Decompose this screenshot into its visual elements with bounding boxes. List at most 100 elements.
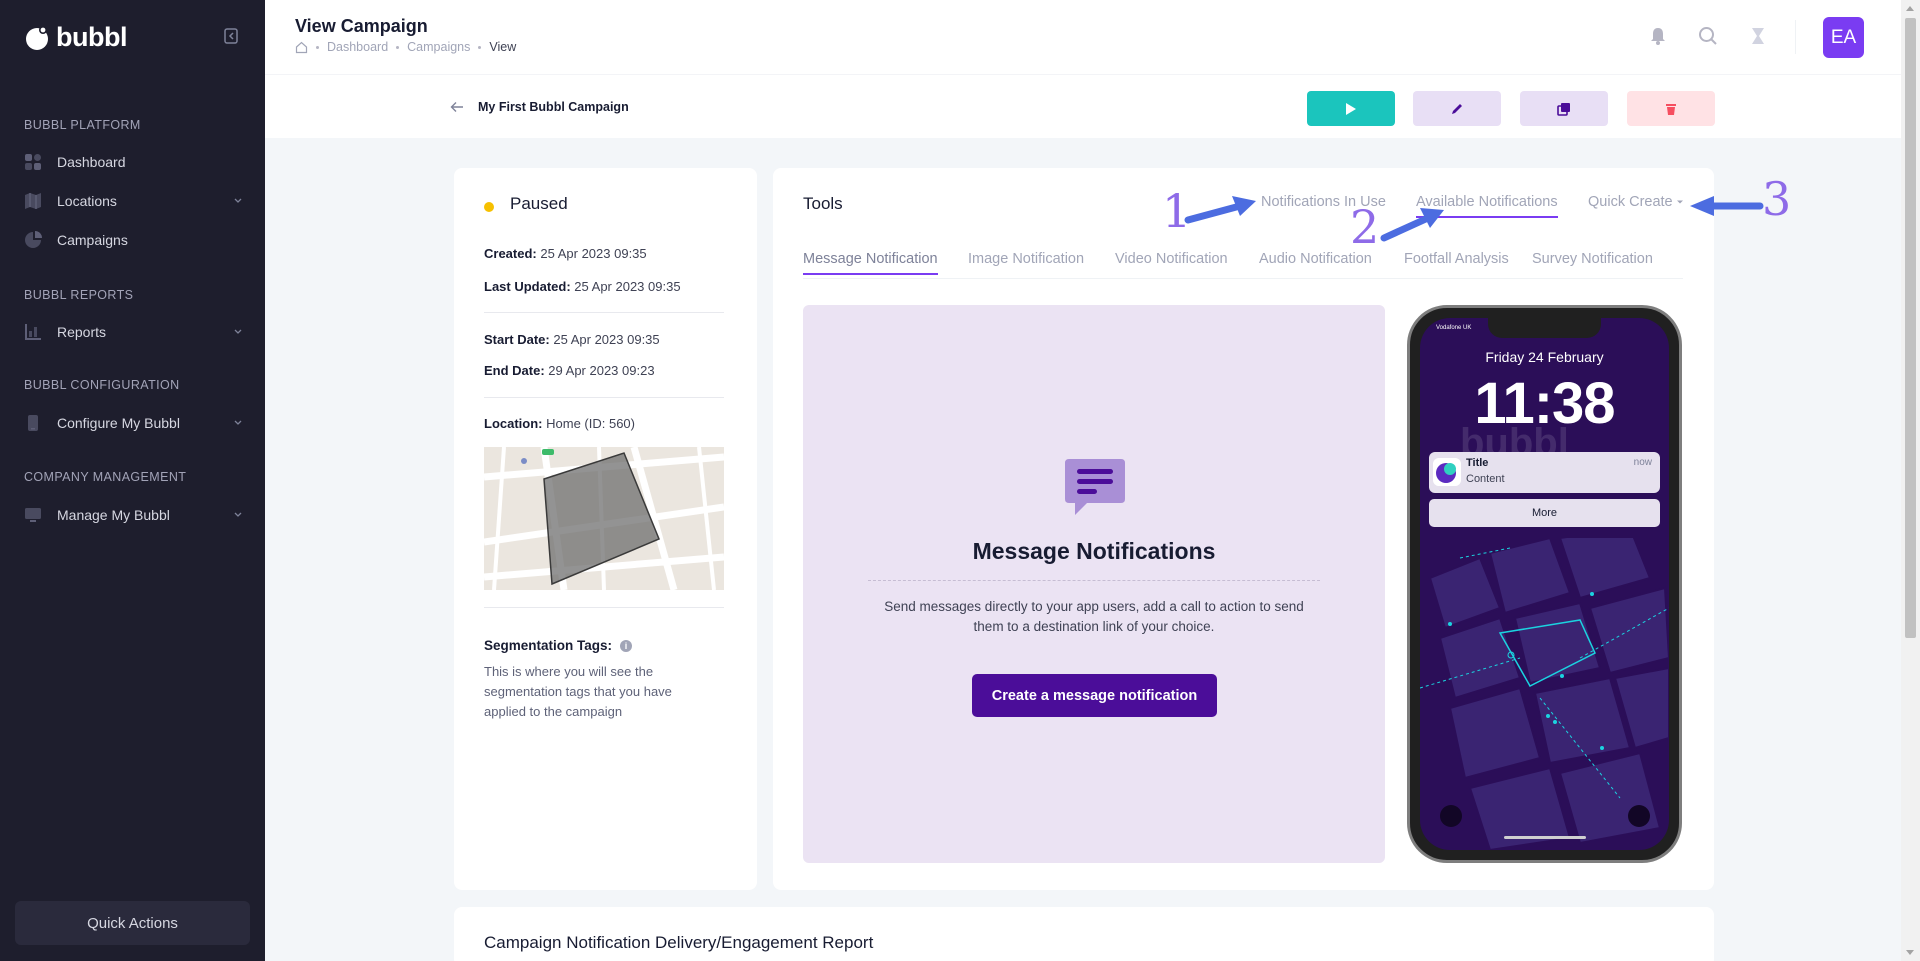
chevron-down-icon [234,512,242,517]
sidebar-item-label: Dashboard [57,154,126,170]
segmentation-tags-label: Segmentation Tags: [484,638,613,653]
chevron-down-icon [234,420,242,425]
sidebar-item-label: Campaigns [57,232,128,248]
home-icon[interactable] [295,41,308,54]
tab-video-notification[interactable]: Video Notification [1115,251,1228,267]
divider [484,312,724,313]
quick-create-dropdown[interactable]: Quick Create [1588,194,1684,210]
notification-time: now [1633,457,1652,468]
scroll-down-arrow[interactable] [1906,950,1914,955]
sidebar-item-label: Reports [57,324,107,340]
home-indicator [1504,836,1586,839]
search-icon[interactable] [1697,25,1719,47]
quick-actions-button[interactable]: Quick Actions [15,901,250,945]
tools-title: Tools [803,194,843,213]
delete-button[interactable] [1627,91,1715,126]
updated-label: Last Updated: [484,279,571,294]
status-dot [484,202,494,212]
copy-icon [1557,102,1570,116]
bubbl-logo-icon [26,25,48,50]
annotation-number-2: 2 [1350,200,1380,254]
breadcrumb-separator [396,45,400,49]
phone-icon [28,415,38,431]
scroll-thumb[interactable] [1905,18,1916,638]
segmentation-tags-title: Segmentation Tags: i [484,638,633,653]
sidebar-item-locations[interactable]: Locations [24,187,244,215]
breadcrumb-dashboard[interactable]: Dashboard [327,40,388,54]
header: View Campaign Dashboard Campaigns View E… [265,0,1901,74]
updated-value: 25 Apr 2023 09:35 [574,279,681,294]
tab-footfall-analysis[interactable]: Footfall Analysis [1404,251,1509,267]
page-scrollbar[interactable] [1901,0,1920,961]
caret-down-icon [1676,200,1683,204]
header-divider [1795,20,1796,54]
breadcrumb-separator [316,45,319,49]
layers-icon[interactable] [1747,25,1769,47]
back-arrow-icon[interactable] [450,101,464,113]
notification-title: Title [1466,457,1489,469]
phone-notification: Title Content now [1429,452,1660,493]
location-row: Location: Home (ID: 560) [484,416,635,431]
panel-title: Message Notifications [972,538,1216,564]
divider [484,607,724,608]
tab-survey-notification[interactable]: Survey Notification [1532,251,1653,267]
tab-available-notifications[interactable]: Available Notifications [1416,194,1558,218]
tools-card: Tools Notifications In Use Available Not… [773,168,1714,890]
location-link[interactable]: Home (ID: 560) [546,416,635,431]
created-row: Created: 25 Apr 2023 09:35 [484,246,647,261]
breadcrumb-campaigns[interactable]: Campaigns [407,40,470,54]
created-value: 25 Apr 2023 09:35 [540,246,647,261]
scroll-up-arrow[interactable] [1906,6,1914,11]
phone-map-background [1420,538,1669,850]
pencil-icon [1452,103,1462,114]
report-card: Campaign Notification Delivery/Engagemen… [454,907,1714,961]
edit-button[interactable] [1413,91,1501,126]
sidebar-item-campaigns[interactable]: Campaigns [24,226,244,254]
sidebar-item-label: Configure My Bubbl [57,415,180,431]
end-value: 29 Apr 2023 09:23 [548,363,655,378]
sidebar-item-dashboard[interactable]: Dashboard [24,148,244,176]
location-label: Location: [484,416,543,431]
logo[interactable]: bubbl [24,22,127,53]
start-value: 25 Apr 2023 09:35 [553,332,660,347]
location-map[interactable] [484,447,724,590]
trash-icon [1666,103,1676,115]
breadcrumb: Dashboard Campaigns View [295,40,516,54]
tab-message-notification[interactable]: Message Notification [803,251,938,275]
pie-icon [25,231,42,248]
phone-notch [1488,318,1601,338]
annotation-number-1: 1 [1162,184,1192,238]
breadcrumb-view: View [489,40,517,54]
sidebar-item-reports[interactable]: Reports [24,318,244,346]
collapse-sidebar-icon[interactable] [222,27,240,45]
phone-carrier: Vodafone UK [1436,325,1472,331]
start-date-row: Start Date: 25 Apr 2023 09:35 [484,332,660,347]
user-avatar[interactable]: EA [1823,17,1864,58]
notification-type-tabs: Message Notification Image Notification … [803,251,1683,279]
campaign-details-card: Paused Created: 25 Apr 2023 09:35 Last U… [454,168,757,890]
sidebar-item-label: Locations [57,193,117,209]
flashlight-icon [1440,805,1462,827]
dashboard-icon [25,154,41,170]
duplicate-button[interactable] [1520,91,1608,126]
play-button[interactable] [1307,91,1395,126]
segmentation-tags-description: This is where you will see the segmentat… [484,664,672,719]
create-message-notification-button[interactable]: Create a message notification [972,674,1217,717]
end-label: End Date: [484,363,545,378]
start-label: Start Date: [484,332,550,347]
sidebar-item-label: Manage My Bubbl [57,507,170,523]
map-icon [25,193,41,209]
sidebar-item-configure-my-bubbl[interactable]: Configure My Bubbl [24,409,244,437]
camera-icon [1628,805,1650,827]
section-bubbl-reports: BUBBL REPORTS [24,288,134,302]
notification-content: Content [1466,473,1505,485]
breadcrumb-separator [478,45,482,49]
tab-image-notification[interactable]: Image Notification [968,251,1084,267]
chevron-down-icon [234,329,242,334]
phone-date: Friday 24 February [1485,349,1604,365]
bell-icon[interactable] [1647,25,1669,47]
sidebar-item-manage-my-bubbl[interactable]: Manage My Bubbl [24,501,244,529]
info-icon[interactable]: i [620,639,633,652]
phone-more-button: More [1429,499,1660,527]
message-bubble-icon [1065,459,1125,515]
